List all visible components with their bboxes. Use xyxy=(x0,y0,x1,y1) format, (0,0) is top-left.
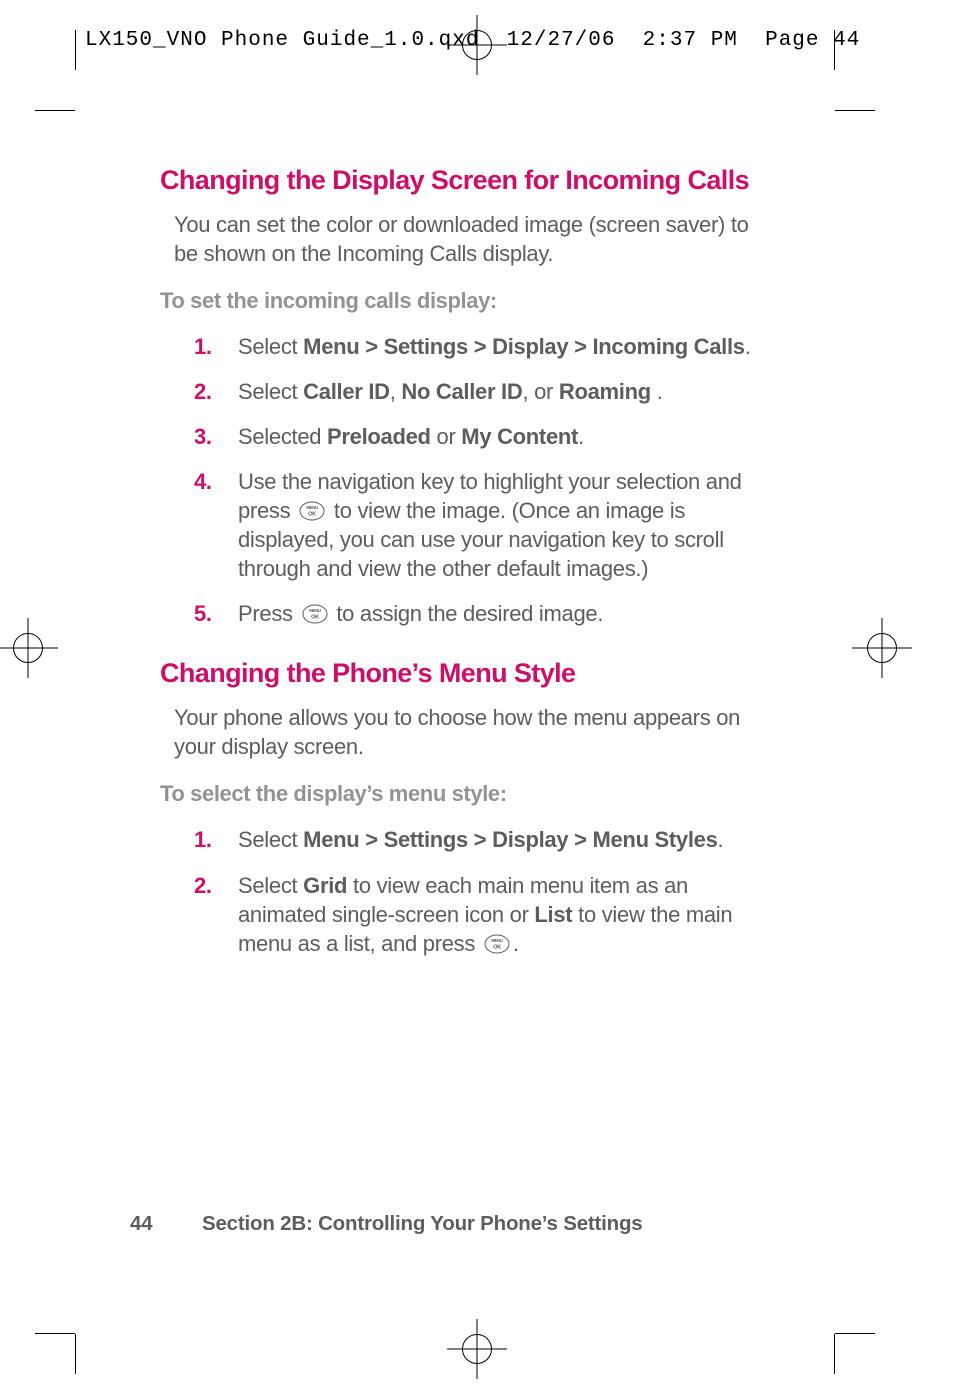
step-text: Select xyxy=(238,827,303,852)
step-number: 4. xyxy=(194,467,212,496)
print-slug: LX150_VNO Phone Guide_1.0.qxd 12/27/06 2… xyxy=(85,29,860,52)
section-heading: Changing the Display Screen for Incoming… xyxy=(160,165,775,196)
step-number: 2. xyxy=(194,871,212,900)
step-text: Select xyxy=(238,873,303,898)
crop-mark xyxy=(75,30,76,70)
section-intro: Your phone allows you to choose how the … xyxy=(174,703,775,761)
crop-mark xyxy=(835,110,875,111)
option-label: My Content xyxy=(461,424,578,449)
crop-mark xyxy=(835,1333,875,1334)
step-text: Selected xyxy=(238,424,327,449)
step-text: . xyxy=(745,334,751,359)
step-number: 1. xyxy=(194,825,212,854)
option-label: List xyxy=(534,902,572,927)
svg-text:OK: OK xyxy=(493,944,501,950)
option-label: No Caller ID xyxy=(401,379,522,404)
crop-mark xyxy=(35,1333,75,1334)
menu-ok-button-icon: MENU OK xyxy=(299,499,325,519)
option-label: Preloaded xyxy=(327,424,431,449)
steps-list: 1. Select Menu > Settings > Display > In… xyxy=(160,332,775,628)
step-item: 1. Select Menu > Settings > Display > In… xyxy=(194,332,775,361)
menu-path: Menu > Settings > Display > Incoming Cal… xyxy=(303,334,745,359)
svg-text:MENU: MENU xyxy=(306,505,318,510)
step-item: 4. Use the navigation key to highlight y… xyxy=(194,467,775,583)
step-item: 5. Press MENUOK to assign the desired im… xyxy=(194,599,775,628)
page-content: Changing the Display Screen for Incoming… xyxy=(160,165,775,988)
section-subhead: To set the incoming calls display: xyxy=(160,288,775,314)
step-item: 2. Select Grid to view each main menu it… xyxy=(194,871,775,958)
crop-mark xyxy=(75,1334,76,1374)
page-number: 44 xyxy=(130,1212,202,1236)
step-item: 1. Select Menu > Settings > Display > Me… xyxy=(194,825,775,854)
section-subhead: To select the display’s menu style: xyxy=(160,781,775,807)
section-intro: You can set the color or downloaded imag… xyxy=(174,210,775,268)
crop-mark xyxy=(35,110,75,111)
step-text: Select xyxy=(238,379,303,404)
step-text: to assign the desired image. xyxy=(331,601,604,626)
svg-text:OK: OK xyxy=(311,615,319,621)
section-heading: Changing the Phone’s Menu Style xyxy=(160,658,775,689)
option-label: Caller ID xyxy=(303,379,390,404)
step-item: 2. Select Caller ID, No Caller ID, or Ro… xyxy=(194,377,775,406)
menu-path: Menu > Settings > Display > Menu Styles xyxy=(303,827,717,852)
registration-mark-icon xyxy=(852,618,912,678)
steps-list: 1. Select Menu > Settings > Display > Me… xyxy=(160,825,775,957)
svg-text:MENU: MENU xyxy=(491,938,503,943)
page-footer: 44Section 2B: Controlling Your Phone’s S… xyxy=(130,1212,643,1236)
option-label: Grid xyxy=(303,873,347,898)
registration-mark-icon xyxy=(447,1319,507,1379)
svg-text:OK: OK xyxy=(308,512,316,518)
menu-ok-button-icon: MENUOK xyxy=(484,932,510,952)
option-label: Roaming xyxy=(559,379,657,404)
footer-title: Section 2B: Controlling Your Phone’s Set… xyxy=(202,1212,643,1235)
crop-mark xyxy=(834,1334,835,1374)
step-item: 3. Selected Preloaded or My Content. xyxy=(194,422,775,451)
step-number: 3. xyxy=(194,422,212,451)
step-number: 5. xyxy=(194,599,212,628)
step-text: Select xyxy=(238,334,303,359)
svg-text:MENU: MENU xyxy=(309,609,321,614)
registration-mark-icon xyxy=(0,618,58,678)
menu-ok-button-icon: MENUOK xyxy=(302,602,328,622)
step-text: Press xyxy=(238,601,299,626)
step-number: 2. xyxy=(194,377,212,406)
step-number: 1. xyxy=(194,332,212,361)
